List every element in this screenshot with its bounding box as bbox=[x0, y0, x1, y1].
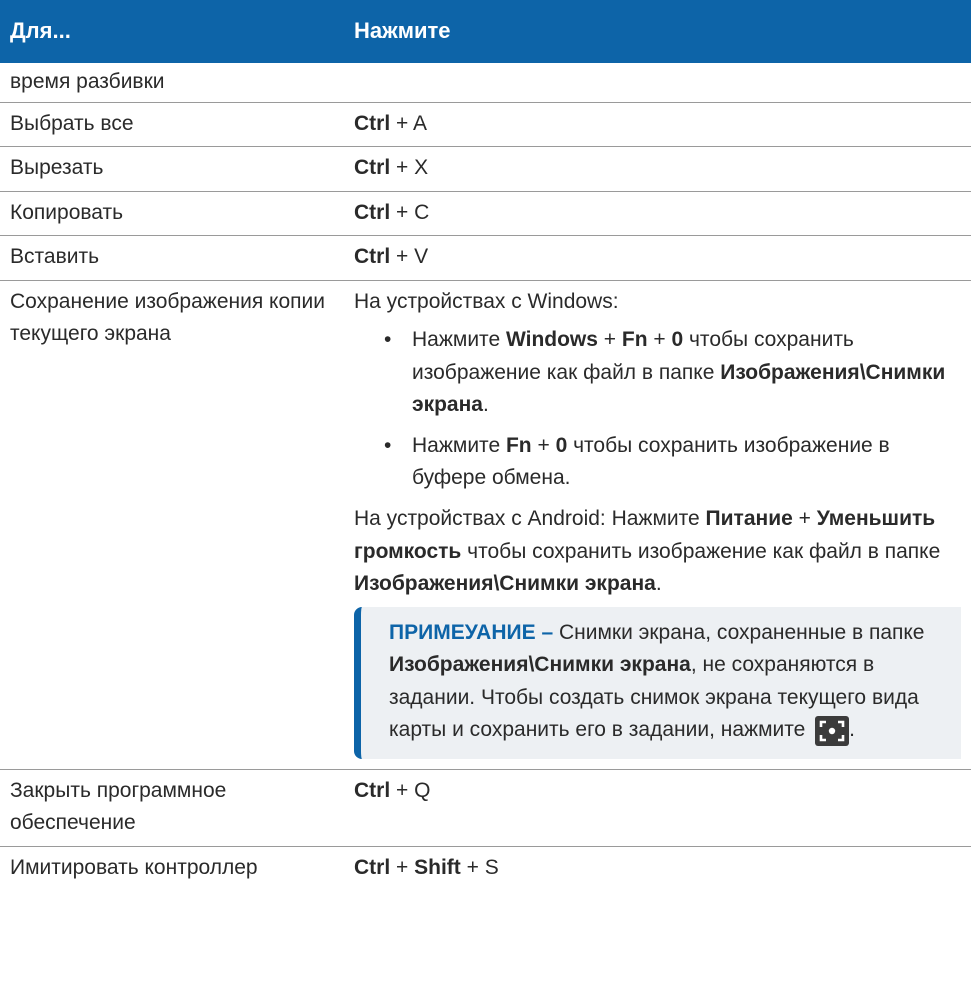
key-c: C bbox=[414, 200, 430, 224]
plus: + bbox=[647, 328, 672, 352]
plus: + bbox=[597, 328, 622, 352]
list-item: • Нажмите Fn + 0 чтобы сохранить изображе… bbox=[384, 430, 961, 495]
key-q: Q bbox=[414, 778, 431, 802]
key-0: 0 bbox=[555, 433, 568, 457]
text: . bbox=[482, 393, 489, 417]
key-power: Питание bbox=[705, 507, 793, 531]
key-ctrl: Ctrl bbox=[354, 111, 391, 135]
plus: + bbox=[390, 245, 415, 269]
key-windows: Windows bbox=[505, 328, 598, 352]
windows-list: • Нажмите Windows + Fn + 0 чтобы сохранит… bbox=[384, 324, 961, 495]
folder-path: Изображения\Снимки экрана bbox=[389, 653, 691, 677]
key-ctrl: Ctrl bbox=[354, 245, 391, 269]
row-keys: Ctrl + X bbox=[340, 146, 971, 192]
key-v: V bbox=[414, 245, 429, 269]
text: Нажмите bbox=[412, 433, 506, 457]
table-row: Вырезать Ctrl + X bbox=[0, 146, 971, 192]
shortcuts-table: Для... Нажмите время разбивки Выбрать вс… bbox=[0, 0, 971, 890]
table-row: Сохранение изображения копии текущего эк… bbox=[0, 280, 971, 770]
row-keys: Ctrl + A bbox=[340, 102, 971, 148]
plus: + bbox=[460, 855, 485, 879]
table-row: Копировать Ctrl + C bbox=[0, 191, 971, 237]
note-box: ПРИМЕУАНИЕ – Снимки экрана, сохраненные … bbox=[354, 606, 961, 759]
key-ctrl: Ctrl bbox=[354, 778, 391, 802]
key-x: X bbox=[414, 156, 429, 180]
key-fn: Fn bbox=[505, 433, 532, 457]
table-row: Закрыть программное обеспечение Ctrl + Q bbox=[0, 769, 971, 847]
key-ctrl: Ctrl bbox=[354, 200, 391, 224]
row-label: Выбрать все bbox=[0, 102, 340, 148]
plus: + bbox=[390, 111, 413, 135]
plus: + bbox=[531, 433, 556, 457]
folder-path: Изображения\Снимки экрана bbox=[354, 572, 656, 596]
row-label: Закрыть программное обеспечение bbox=[0, 769, 340, 847]
row-keys: Ctrl + C bbox=[340, 191, 971, 237]
key-0: 0 bbox=[671, 328, 684, 352]
text: . bbox=[655, 572, 662, 596]
text: Снимки экрана, сохраненные в папке bbox=[558, 620, 925, 644]
row-label: Вырезать bbox=[0, 146, 340, 192]
header-col-press: Нажмите bbox=[340, 0, 971, 63]
plus: + bbox=[390, 200, 415, 224]
key-fn: Fn bbox=[621, 328, 648, 352]
note-label: ПРИМЕУАНИЕ – bbox=[389, 620, 559, 644]
key-a: A bbox=[412, 111, 427, 135]
row-keys: Ctrl + V bbox=[340, 235, 971, 281]
header-col-for: Для... bbox=[0, 0, 340, 63]
plus: + bbox=[390, 855, 415, 879]
row-label: время разбивки bbox=[0, 63, 340, 103]
row-keys bbox=[340, 63, 971, 103]
text: На устройствах с Android: Нажмите bbox=[354, 507, 706, 531]
windows-intro: На устройствах с Windows: bbox=[354, 289, 619, 313]
key-ctrl: Ctrl bbox=[354, 855, 391, 879]
row-label: Имитировать контроллер bbox=[10, 855, 258, 879]
table-row: Имитировать контроллер Ctrl + Shift + S bbox=[0, 846, 971, 890]
screenshot-icon bbox=[815, 715, 850, 746]
row-keys: Ctrl + Q bbox=[340, 769, 971, 847]
plus: + bbox=[390, 778, 415, 802]
table-row: время разбивки bbox=[0, 63, 971, 103]
list-item: • Нажмите Windows + Fn + 0 чтобы сохранит… bbox=[384, 324, 961, 422]
row-label: Вставить bbox=[0, 235, 340, 281]
text: Нажмите bbox=[412, 328, 506, 352]
key-s: S bbox=[484, 855, 499, 879]
plus: + bbox=[792, 507, 817, 531]
table-row: Вставить Ctrl + V bbox=[0, 235, 971, 281]
text: чтобы сохранить изображение как файл в п… bbox=[461, 539, 941, 563]
table-row: Выбрать все Ctrl + A bbox=[0, 102, 971, 148]
table-header-row: Для... Нажмите bbox=[0, 0, 971, 63]
row-label: Сохранение изображения копии текущего эк… bbox=[0, 280, 340, 770]
row-keys: На устройствах с Windows: • Нажмите Windo… bbox=[340, 280, 971, 770]
android-text: На устройствах с Android: Нажмите Питани… bbox=[354, 503, 961, 601]
key-shift: Shift bbox=[414, 855, 461, 879]
key-ctrl: Ctrl bbox=[354, 156, 391, 180]
bullet-icon: • bbox=[384, 328, 392, 352]
text: . bbox=[849, 718, 855, 742]
plus: + bbox=[390, 156, 415, 180]
row-label: Копировать bbox=[0, 191, 340, 237]
row-keys: Ctrl + Shift + S bbox=[340, 846, 971, 890]
bullet-icon: • bbox=[384, 433, 392, 457]
